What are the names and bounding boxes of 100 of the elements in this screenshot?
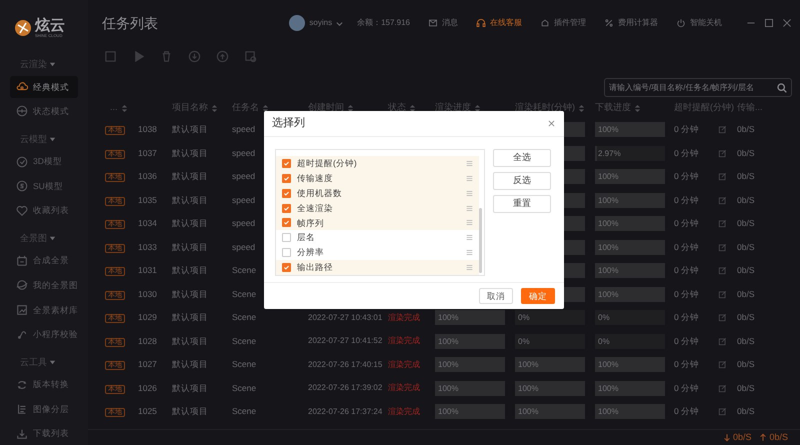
sidebar-item[interactable]: 小程序校验 [10, 323, 78, 346]
dialog-button[interactable]: 反选 [493, 172, 551, 190]
sort-icon [120, 104, 128, 112]
column-header[interactable]: 超时提醒(分钟) [674, 101, 734, 115]
caret-icon [49, 136, 56, 144]
cancel-button[interactable]: 取消 [479, 288, 513, 304]
table-cell-text: 0 分钟 [674, 146, 700, 160]
dialog-button[interactable]: 重置 [493, 195, 551, 213]
column-option[interactable]: 输出路径 [276, 260, 479, 275]
table-cell-text: 默认项目 [172, 217, 209, 230]
toolbar-link[interactable]: 智能关机 [676, 17, 722, 29]
table-cell-text: 默认项目 [172, 334, 209, 348]
checkbox[interactable] [282, 248, 291, 258]
ok-button[interactable]: 确定 [521, 288, 555, 304]
column-header[interactable]: ... [110, 101, 118, 115]
table-cell: Scene [232, 406, 256, 416]
sidebar-item[interactable]: 下载列表 [10, 422, 78, 445]
table-cell-text: 默认项目 [172, 358, 209, 372]
edit-icon[interactable] [718, 125, 727, 134]
trash-icon[interactable] [160, 50, 173, 62]
checkbox[interactable] [282, 218, 291, 228]
search-field[interactable]: 请输入编号/项目名称/任务名/帧序列/层名 [604, 78, 792, 97]
status-text: 渲染完成 [388, 358, 421, 371]
sidebar-item[interactable]: 合成全景 [10, 250, 78, 272]
menu-icon [16, 254, 28, 267]
download-icon[interactable] [188, 50, 201, 62]
column-option[interactable]: 全速渲染 [276, 200, 479, 216]
close-icon[interactable] [547, 119, 556, 128]
sidebar-item[interactable]: 3D模型 [10, 150, 78, 173]
edit-icon[interactable] [718, 196, 727, 205]
drag-handle-icon [466, 174, 473, 182]
edit-icon[interactable] [718, 290, 727, 299]
sidebar-item[interactable]: SU模型 [10, 174, 78, 198]
progress-bar: 100% [435, 404, 505, 420]
page-title: 任务列表 [102, 14, 158, 32]
upload-icon[interactable] [216, 50, 229, 62]
checkbox[interactable] [282, 174, 291, 183]
table-cell-text: 0 分钟 [674, 194, 700, 207]
checkbox[interactable] [282, 188, 291, 198]
table-cell: speed [232, 194, 256, 205]
sidebar-item[interactable]: 版本转换 [10, 373, 78, 396]
edit-icon[interactable] [718, 266, 727, 276]
menu-icon [16, 279, 28, 292]
frame-icon[interactable] [244, 50, 257, 62]
column-header[interactable]: 创建时间 [308, 101, 344, 115]
progress-bar: 100% [595, 240, 665, 255]
checkbox[interactable] [282, 204, 291, 213]
column-header[interactable]: 项目名称 [172, 101, 208, 115]
play-icon[interactable] [132, 50, 145, 62]
sidebar-item[interactable]: 我的全景图 [10, 274, 78, 297]
table-cell: speed [232, 148, 256, 158]
progress-bar: 0% [595, 334, 665, 349]
drag-handle-icon [466, 249, 473, 256]
status-text: 渲染完成 [388, 382, 421, 394]
dialog-button[interactable]: 全选 [493, 149, 551, 167]
column-option[interactable]: 帧序列 [276, 216, 479, 230]
edit-icon[interactable] [718, 313, 727, 322]
sort-icon [634, 104, 641, 112]
sidebar-item[interactable]: 状态模式 [10, 100, 78, 123]
menu-icon [16, 403, 28, 416]
edit-icon[interactable] [718, 407, 727, 416]
table-cell-text: 0 分钟 [674, 170, 700, 184]
table-cell-text: 0 分钟 [674, 311, 700, 324]
sidebar-item[interactable]: 经典模式 [10, 76, 78, 98]
edit-icon[interactable] [718, 360, 727, 370]
column-header[interactable]: 任务名 [232, 101, 259, 115]
edit-icon[interactable] [718, 219, 727, 228]
table-cell-text: 0b/S [737, 358, 756, 372]
edit-icon[interactable] [718, 384, 727, 393]
column-header[interactable]: 传输... [737, 101, 763, 115]
sidebar-item[interactable]: 图像分层 [10, 398, 78, 420]
edit-icon[interactable] [718, 148, 727, 158]
checkbox[interactable] [282, 233, 291, 242]
edit-icon[interactable] [718, 336, 727, 346]
sidebar-item[interactable]: 收藏列表 [10, 199, 78, 222]
edit-icon[interactable] [718, 242, 727, 252]
toolbar-link[interactable]: 插件管理 [540, 17, 586, 29]
toolbar-link[interactable]: 在线客服 [476, 17, 522, 29]
column-option[interactable]: 超时提醒(分钟) [276, 156, 479, 171]
progress-bar: 100% [595, 286, 665, 302]
sidebar-item[interactable]: 全景素材库 [10, 298, 78, 322]
column-header[interactable]: 下载进度 [595, 101, 631, 115]
edit-icon[interactable] [718, 172, 727, 182]
table-cell-text: 0b/S [737, 217, 756, 230]
avatar [289, 15, 306, 31]
column-option[interactable]: 传输速度 [276, 170, 479, 186]
stop-icon[interactable] [104, 50, 117, 62]
column-option[interactable]: 使用机器数 [276, 186, 479, 201]
toolbar-link[interactable]: 消息 [428, 17, 458, 29]
table-cell-text: 0b/S [737, 264, 756, 278]
toolbar-link[interactable]: 费用计算器 [604, 17, 658, 29]
column-header[interactable]: 状态 [388, 101, 406, 115]
scrollbar-thumb[interactable] [479, 208, 482, 273]
check-icon [283, 264, 290, 272]
drag-handle-icon [466, 264, 473, 272]
table-cell-text: 1030 [138, 288, 158, 301]
headset-icon [476, 18, 486, 28]
checkbox[interactable] [282, 158, 291, 168]
option-label: 层名 [297, 231, 316, 244]
checkbox[interactable] [282, 263, 291, 272]
